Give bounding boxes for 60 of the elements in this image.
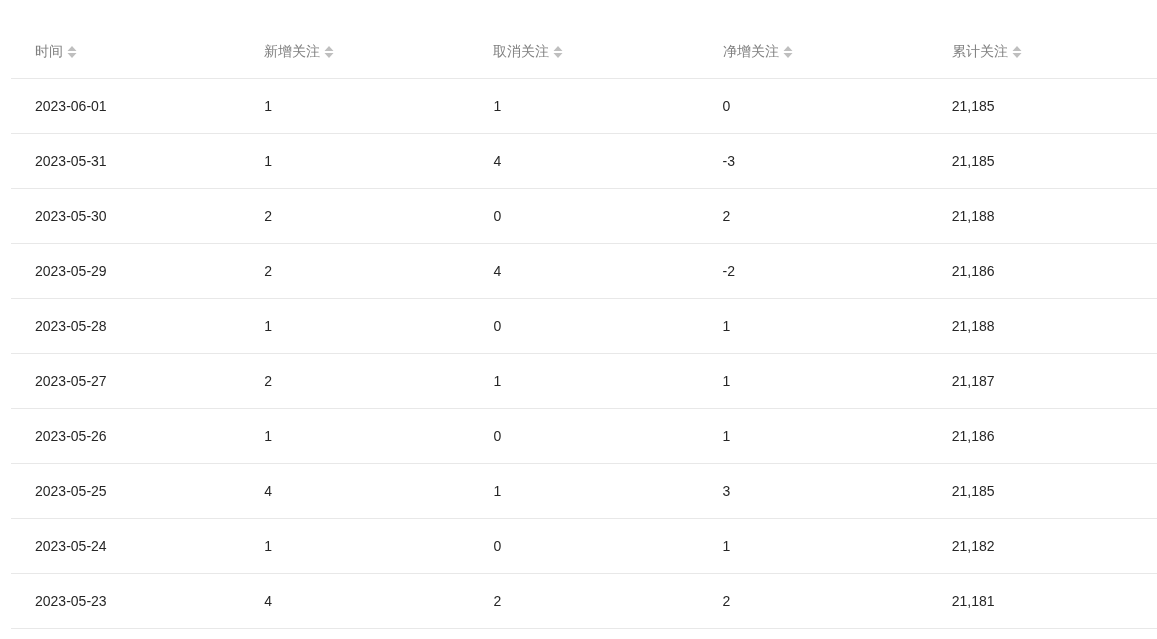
- table-cell-text: 0: [493, 206, 502, 226]
- table-cell-text: 2: [264, 206, 272, 226]
- table-cell-text: 2023-05-26: [35, 426, 107, 446]
- sort-icon[interactable]: [324, 44, 335, 59]
- table-cell-text: 21,181: [951, 591, 995, 611]
- table-cell-text: 2: [493, 591, 502, 611]
- table-cell-text: 4: [493, 261, 502, 281]
- table-cell-text: 1: [264, 316, 272, 336]
- table-cell-text: 2023-05-25: [35, 481, 107, 501]
- table-cell-text: 1: [264, 536, 272, 556]
- table-cell-text: 0: [493, 316, 502, 336]
- table-cell-text: 21,187: [951, 371, 995, 391]
- sort-icon[interactable]: [67, 44, 77, 59]
- table-cell-text: 1: [722, 371, 731, 391]
- table-cell-text: 21,186: [951, 261, 995, 281]
- sort-icon[interactable]: [1011, 44, 1022, 59]
- table-cell-text: 2023-06-01: [35, 96, 107, 116]
- table-cell-text: 0: [493, 426, 502, 446]
- table-cell-text: 1: [493, 481, 502, 501]
- column-header: 新增关注: [264, 42, 321, 61]
- table-cell-text: 1: [264, 426, 272, 446]
- table-cell-text: -2: [722, 261, 736, 281]
- table-cell-text: 2023-05-27: [35, 371, 107, 391]
- table-cell-text: 0: [722, 96, 731, 116]
- column-header: 净增关注: [722, 42, 779, 61]
- table-cell-text: 4: [264, 591, 272, 611]
- table-cell-text: 21,186: [951, 426, 995, 446]
- table-cell-text: 2023-05-24: [35, 536, 107, 556]
- table-cell-text: 1: [493, 96, 502, 116]
- table-cell-text: 2: [722, 591, 731, 611]
- column-header: 时间: [35, 42, 63, 61]
- table-cell-text: 2023-05-29: [35, 261, 107, 281]
- table-cell-text: 21,185: [951, 151, 995, 171]
- table-cell-text: 1: [722, 426, 731, 446]
- table-cell-text: 0: [493, 536, 502, 556]
- table-cell-text: 3: [722, 481, 731, 501]
- table-cell-text: 2023-05-23: [35, 591, 107, 611]
- table-cell-text: 4: [493, 151, 502, 171]
- table-cell-text: 21,185: [951, 481, 995, 501]
- table-cell-text: 1: [264, 96, 272, 116]
- column-header: 取消关注: [493, 42, 550, 61]
- table-cell-text: 2023-05-28: [35, 316, 107, 336]
- sort-icon[interactable]: [553, 44, 564, 59]
- table-cell-text: 21,188: [951, 316, 995, 336]
- table-cell-text: 1: [264, 151, 272, 171]
- table-cell-text: -3: [722, 151, 736, 171]
- table-cell-text: 21,182: [951, 536, 995, 556]
- sort-icon[interactable]: [782, 44, 793, 59]
- table-cell-text: 1: [722, 316, 731, 336]
- table-cell-text: 1: [493, 371, 502, 391]
- table-cell-text: 2023-05-31: [35, 151, 107, 171]
- table-cell-text: 21,188: [951, 206, 995, 226]
- column-header: 累计关注: [951, 42, 1008, 61]
- table-cell-text: 21,185: [951, 96, 995, 116]
- table-cell-text: 2: [264, 371, 272, 391]
- table-cell-text: 2: [264, 261, 272, 281]
- table-cell-text: 1: [722, 536, 731, 556]
- table-cell-text: 2023-05-30: [35, 206, 107, 226]
- table-cell-text: 2: [722, 206, 731, 226]
- table-cell-text: 4: [264, 481, 272, 501]
